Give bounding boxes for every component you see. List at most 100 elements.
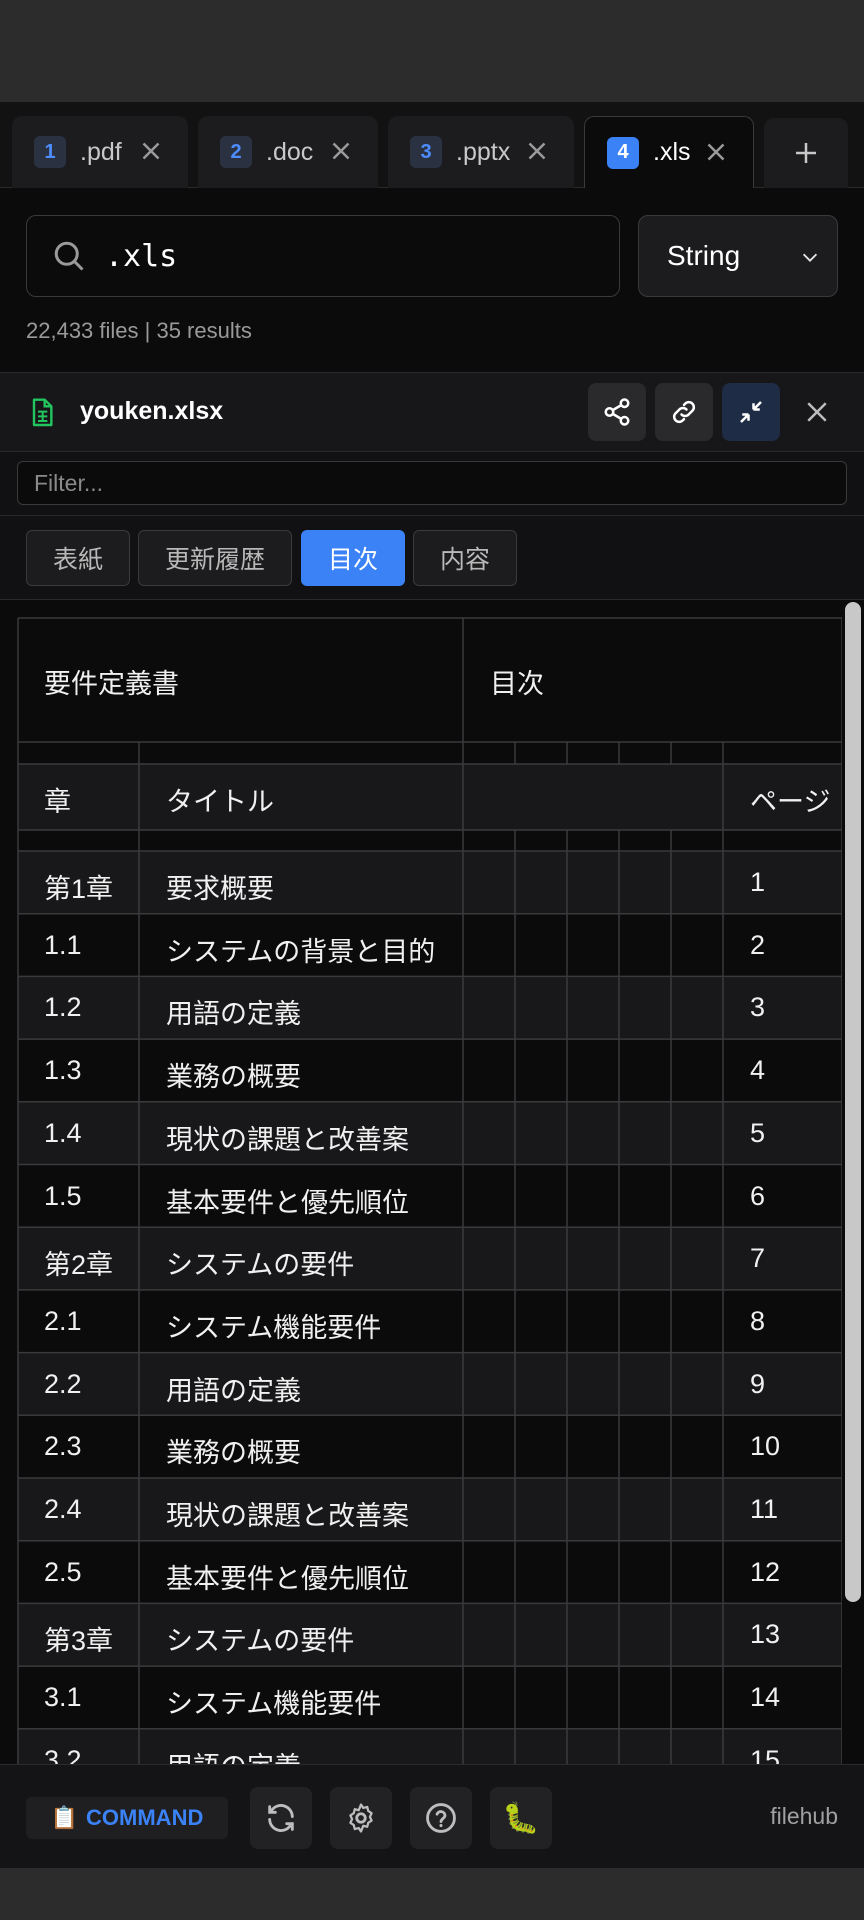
cell-background bbox=[18, 1603, 842, 1667]
share-button[interactable] bbox=[588, 383, 646, 441]
new-tab-button[interactable] bbox=[764, 118, 848, 188]
row-page: 3 bbox=[750, 992, 766, 1023]
column-header-title: タイトル bbox=[166, 787, 274, 817]
tab-number: 2 bbox=[220, 136, 252, 168]
command-label: COMMAND bbox=[86, 1805, 204, 1830]
tab-label: .pptx bbox=[456, 137, 511, 166]
row-title: 業務の概要 bbox=[166, 1438, 301, 1469]
navigation-area bbox=[0, 1868, 864, 1920]
sheet-tab-history[interactable]: 更新履歴 bbox=[138, 530, 292, 586]
cell-background bbox=[18, 764, 842, 830]
gear-icon bbox=[349, 1803, 373, 1833]
help-icon bbox=[426, 1803, 456, 1833]
sheet-tab-cover[interactable]: 表紙 bbox=[26, 530, 130, 586]
close-preview-button[interactable] bbox=[788, 383, 846, 441]
share-icon bbox=[604, 398, 630, 426]
row-page: 12 bbox=[750, 1556, 781, 1587]
row-title: 基本要件と優先順位 bbox=[166, 1563, 409, 1594]
file-name: youken.xlsx bbox=[80, 397, 224, 425]
search-stats: 22,433 files | 35 results bbox=[26, 318, 252, 343]
tab-xls[interactable]: 4 .xls bbox=[584, 116, 754, 188]
tab-number: 1 bbox=[34, 136, 66, 168]
search-type-select[interactable]: String bbox=[638, 215, 838, 297]
row-page: 8 bbox=[750, 1305, 766, 1336]
chevron-down-icon bbox=[802, 253, 818, 262]
row-title: 用語の定義 bbox=[166, 999, 301, 1030]
column-header-page: ページ bbox=[750, 787, 831, 817]
collapse-button[interactable] bbox=[722, 383, 780, 441]
close-icon[interactable] bbox=[136, 136, 166, 166]
cell-background bbox=[18, 1101, 842, 1165]
link-icon bbox=[672, 400, 696, 424]
row-title: 要求概要 bbox=[166, 874, 274, 904]
row-title: システム機能要件 bbox=[166, 1312, 382, 1343]
tab-pdf[interactable]: 1 .pdf bbox=[12, 116, 188, 188]
refresh-button[interactable] bbox=[250, 1787, 312, 1849]
cell-background bbox=[18, 1164, 842, 1228]
cell-background bbox=[18, 1540, 842, 1604]
settings-button[interactable] bbox=[330, 1787, 392, 1849]
copy-link-button[interactable] bbox=[655, 383, 713, 441]
search-type-value: String bbox=[667, 240, 741, 271]
row-chapter: 3.1 bbox=[44, 1682, 82, 1713]
row-page: 14 bbox=[750, 1682, 781, 1713]
cell-background bbox=[18, 976, 842, 1040]
status-area bbox=[0, 0, 864, 102]
search-input[interactable]: .xls bbox=[26, 215, 620, 297]
row-title: 用語の定義 bbox=[166, 1375, 301, 1406]
row-chapter: 1.3 bbox=[44, 1055, 82, 1086]
row-chapter: 1.4 bbox=[44, 1117, 82, 1148]
close-icon bbox=[807, 402, 827, 422]
row-title: 基本要件と優先順位 bbox=[166, 1187, 409, 1218]
close-icon[interactable] bbox=[701, 137, 731, 167]
clipboard-icon: 📋 bbox=[50, 1805, 79, 1830]
sheet-tab-contents[interactable]: 目次 bbox=[301, 530, 405, 586]
tab-doc[interactable]: 2 .doc bbox=[198, 116, 378, 188]
tab-pptx[interactable]: 3 .pptx bbox=[388, 116, 574, 188]
tab-number: 4 bbox=[607, 136, 639, 169]
tab-label: .pdf bbox=[80, 137, 122, 166]
debug-button[interactable]: 🐛 bbox=[490, 1787, 552, 1849]
vertical-scrollbar[interactable] bbox=[845, 602, 861, 1602]
row-title: 現状の課題と改善案 bbox=[166, 1501, 409, 1531]
cell-background bbox=[18, 851, 842, 914]
row-chapter: 第2章 bbox=[44, 1250, 114, 1281]
cell-background bbox=[18, 1478, 842, 1541]
close-icon[interactable] bbox=[326, 136, 356, 166]
filter-input[interactable] bbox=[17, 461, 847, 505]
sheet-tabs: 表紙 更新履歴 目次 内容 bbox=[0, 516, 864, 600]
row-page: 6 bbox=[750, 1180, 766, 1211]
row-page: 11 bbox=[750, 1494, 779, 1524]
cell-background bbox=[18, 1039, 842, 1102]
spreadsheet-view[interactable]: 要件定義書 目次章 タイトル ページ 第1章 要求概要 1 1.1 システムの背景と目的 2 1.2… bbox=[0, 600, 864, 1855]
row-page: 5 bbox=[750, 1117, 766, 1148]
column-header-chapter: 章 bbox=[44, 787, 71, 817]
sheet-tab-body[interactable]: 内容 bbox=[413, 530, 517, 586]
spreadsheet-file-icon bbox=[32, 398, 53, 427]
plus-icon bbox=[796, 143, 816, 163]
row-page: 2 bbox=[750, 929, 766, 960]
row-title: システムの要件 bbox=[166, 1250, 355, 1281]
cell-background bbox=[18, 1352, 842, 1416]
command-button[interactable]: 📋 COMMAND bbox=[26, 1797, 228, 1839]
row-chapter: 1.5 bbox=[44, 1180, 82, 1211]
minimize-icon bbox=[740, 401, 762, 423]
cell-background bbox=[18, 1415, 842, 1478]
bug-icon: 🐛 bbox=[502, 1801, 540, 1835]
tab-bar: 1 .pdf 2 .doc 3 .pptx 4 .xls bbox=[0, 102, 864, 188]
cell-background bbox=[18, 1666, 842, 1729]
row-title: 現状の課題と改善案 bbox=[166, 1124, 409, 1155]
tab-label: .doc bbox=[266, 137, 314, 166]
file-header: youken.xlsx bbox=[0, 372, 864, 452]
row-chapter: 第1章 bbox=[44, 874, 114, 904]
row-chapter: 2.3 bbox=[44, 1431, 82, 1462]
row-page: 10 bbox=[750, 1431, 781, 1462]
row-title: システム機能要件 bbox=[166, 1689, 382, 1720]
help-button[interactable] bbox=[410, 1787, 472, 1849]
row-chapter: 2.5 bbox=[44, 1556, 82, 1587]
row-page: 9 bbox=[750, 1368, 766, 1399]
row-chapter: 2.4 bbox=[44, 1494, 82, 1524]
row-chapter: 1.2 bbox=[44, 992, 82, 1023]
close-icon[interactable] bbox=[522, 136, 552, 166]
search-icon bbox=[54, 241, 84, 271]
